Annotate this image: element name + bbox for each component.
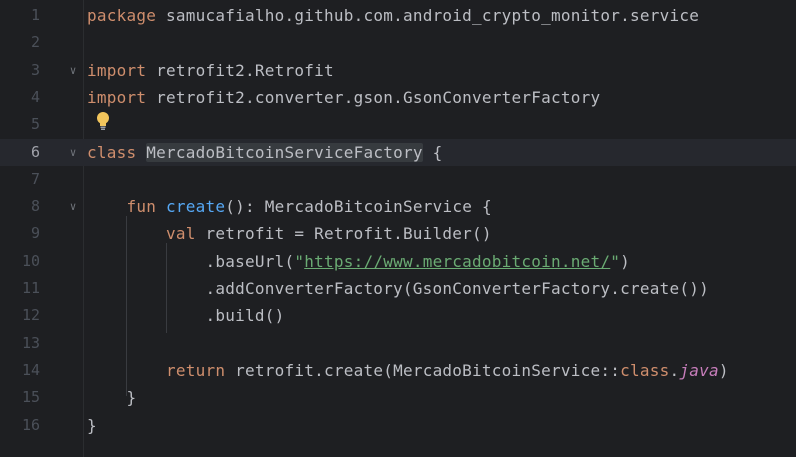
line-code: .baseUrl("https://www.mercadobitcoin.net… [87,248,630,275]
line-code: .build() [87,302,284,329]
code-token: retrofit = Retrofit.Builder() [195,224,492,244]
code-token: .baseUrl( [87,251,295,271]
chevron-down-icon[interactable]: ∨ [66,193,80,220]
code-line[interactable]: 11 .addConverterFactory(GsonConverterFac… [0,275,796,302]
code-token: class [87,142,137,162]
lightbulb-icon[interactable] [96,111,110,131]
line-code: val retrofit = Retrofit.Builder() [87,220,492,247]
line-number: 9 [30,224,40,243]
code-token: (): MercadoBitcoinService { [225,197,492,217]
code-token: java [679,360,719,380]
code-token: ) [620,251,631,271]
code-editor[interactable]: 1 package samucafialho.github.com.android… [0,0,796,457]
code-token: } [87,388,137,408]
code-line[interactable]: 15 } [0,384,796,411]
line-code: } [87,412,97,439]
line-number: 7 [30,169,40,188]
line-code: class MercadoBitcoinServiceFactory { [87,139,442,166]
code-token: .addConverterFactory(GsonConverterFactor… [87,279,709,298]
line-number: 4 [30,87,40,106]
line-code: .addConverterFactory(GsonConverterFactor… [87,275,709,302]
line-code: import retrofit2.Retrofit [87,57,334,84]
code-token: MercadoBitcoinServiceFactory [146,142,423,162]
code-line[interactable]: 10 .baseUrl("https://www.mercadobitcoin.… [0,248,796,275]
code-line[interactable]: 16} [0,412,796,439]
line-code: package samucafialho.github.com.android_… [87,2,699,29]
line-code: fun create(): MercadoBitcoinService { [87,193,492,220]
code-line[interactable]: 14 return retrofit.create(MercadoBitcoin… [0,357,796,384]
code-token: return [165,360,226,380]
code-token: fun [126,197,157,217]
line-number: 14 [21,360,40,379]
line-code: return retrofit.create(MercadoBitcoinSer… [87,357,729,384]
code-line[interactable]: 12 .build() [0,302,796,329]
code-line[interactable]: 4 import retrofit2.converter.gson.GsonCon… [0,84,796,111]
indent-guide [126,216,127,396]
code-token: import [87,60,147,80]
code-token: retrofit2.Retrofit [146,60,334,80]
line-number: 1 [30,6,40,24]
code-line[interactable]: 8 ∨ fun create(): MercadoBitcoinService { [0,193,796,220]
line-number: 12 [21,306,40,325]
code-token: package [87,6,157,25]
code-line[interactable]: 7 [0,166,796,193]
line-number: 8 [30,197,40,216]
code-line[interactable]: 9 val retrofit = Retrofit.Builder() [0,220,796,247]
code-line[interactable]: 1 package samucafialho.github.com.android… [0,2,796,29]
line-number: 16 [21,415,40,434]
code-token: } [87,415,97,435]
code-token: . [669,360,680,380]
code-line[interactable]: 6 ∨ class MercadoBitcoinServiceFactory { [0,138,796,166]
code-token: " [610,251,621,271]
code-token: import [87,87,147,107]
code-token: retrofit.create(MercadoBitcoinService:: [225,360,621,380]
line-number: 10 [21,251,40,270]
chevron-down-icon[interactable]: ∨ [66,139,80,166]
line-code: } [87,384,136,411]
code-line[interactable]: 13 [0,330,796,357]
chevron-down-icon[interactable]: ∨ [66,57,80,84]
line-number: 6 [30,142,40,161]
code-token[interactable]: https://www.mercadobitcoin.net/ [304,252,610,271]
line-number: 15 [21,388,40,407]
line-number: 5 [30,115,40,134]
line-number: 3 [30,60,40,79]
code-token: class [620,360,670,380]
line-number: 13 [21,333,40,352]
code-token: { [422,142,443,162]
code-token: ) [718,360,729,380]
line-number: 11 [21,279,40,297]
code-token: samucafialho.github.com.android_crypto_m… [156,6,700,25]
indent-guide [166,243,167,333]
code-line[interactable]: 5 [0,111,796,138]
line-number: 2 [30,33,40,52]
code-token: " [294,251,305,271]
code-line[interactable]: 3 ∨ import retrofit2.Retrofit [0,57,796,84]
code-token: create [166,197,226,217]
code-token: retrofit2.converter.gson.GsonConverterFa… [146,87,601,107]
line-code: import retrofit2.converter.gson.GsonConv… [87,84,600,111]
code-token: val [165,224,196,244]
code-line[interactable]: 2 [0,29,796,56]
code-token: .build() [87,306,285,326]
